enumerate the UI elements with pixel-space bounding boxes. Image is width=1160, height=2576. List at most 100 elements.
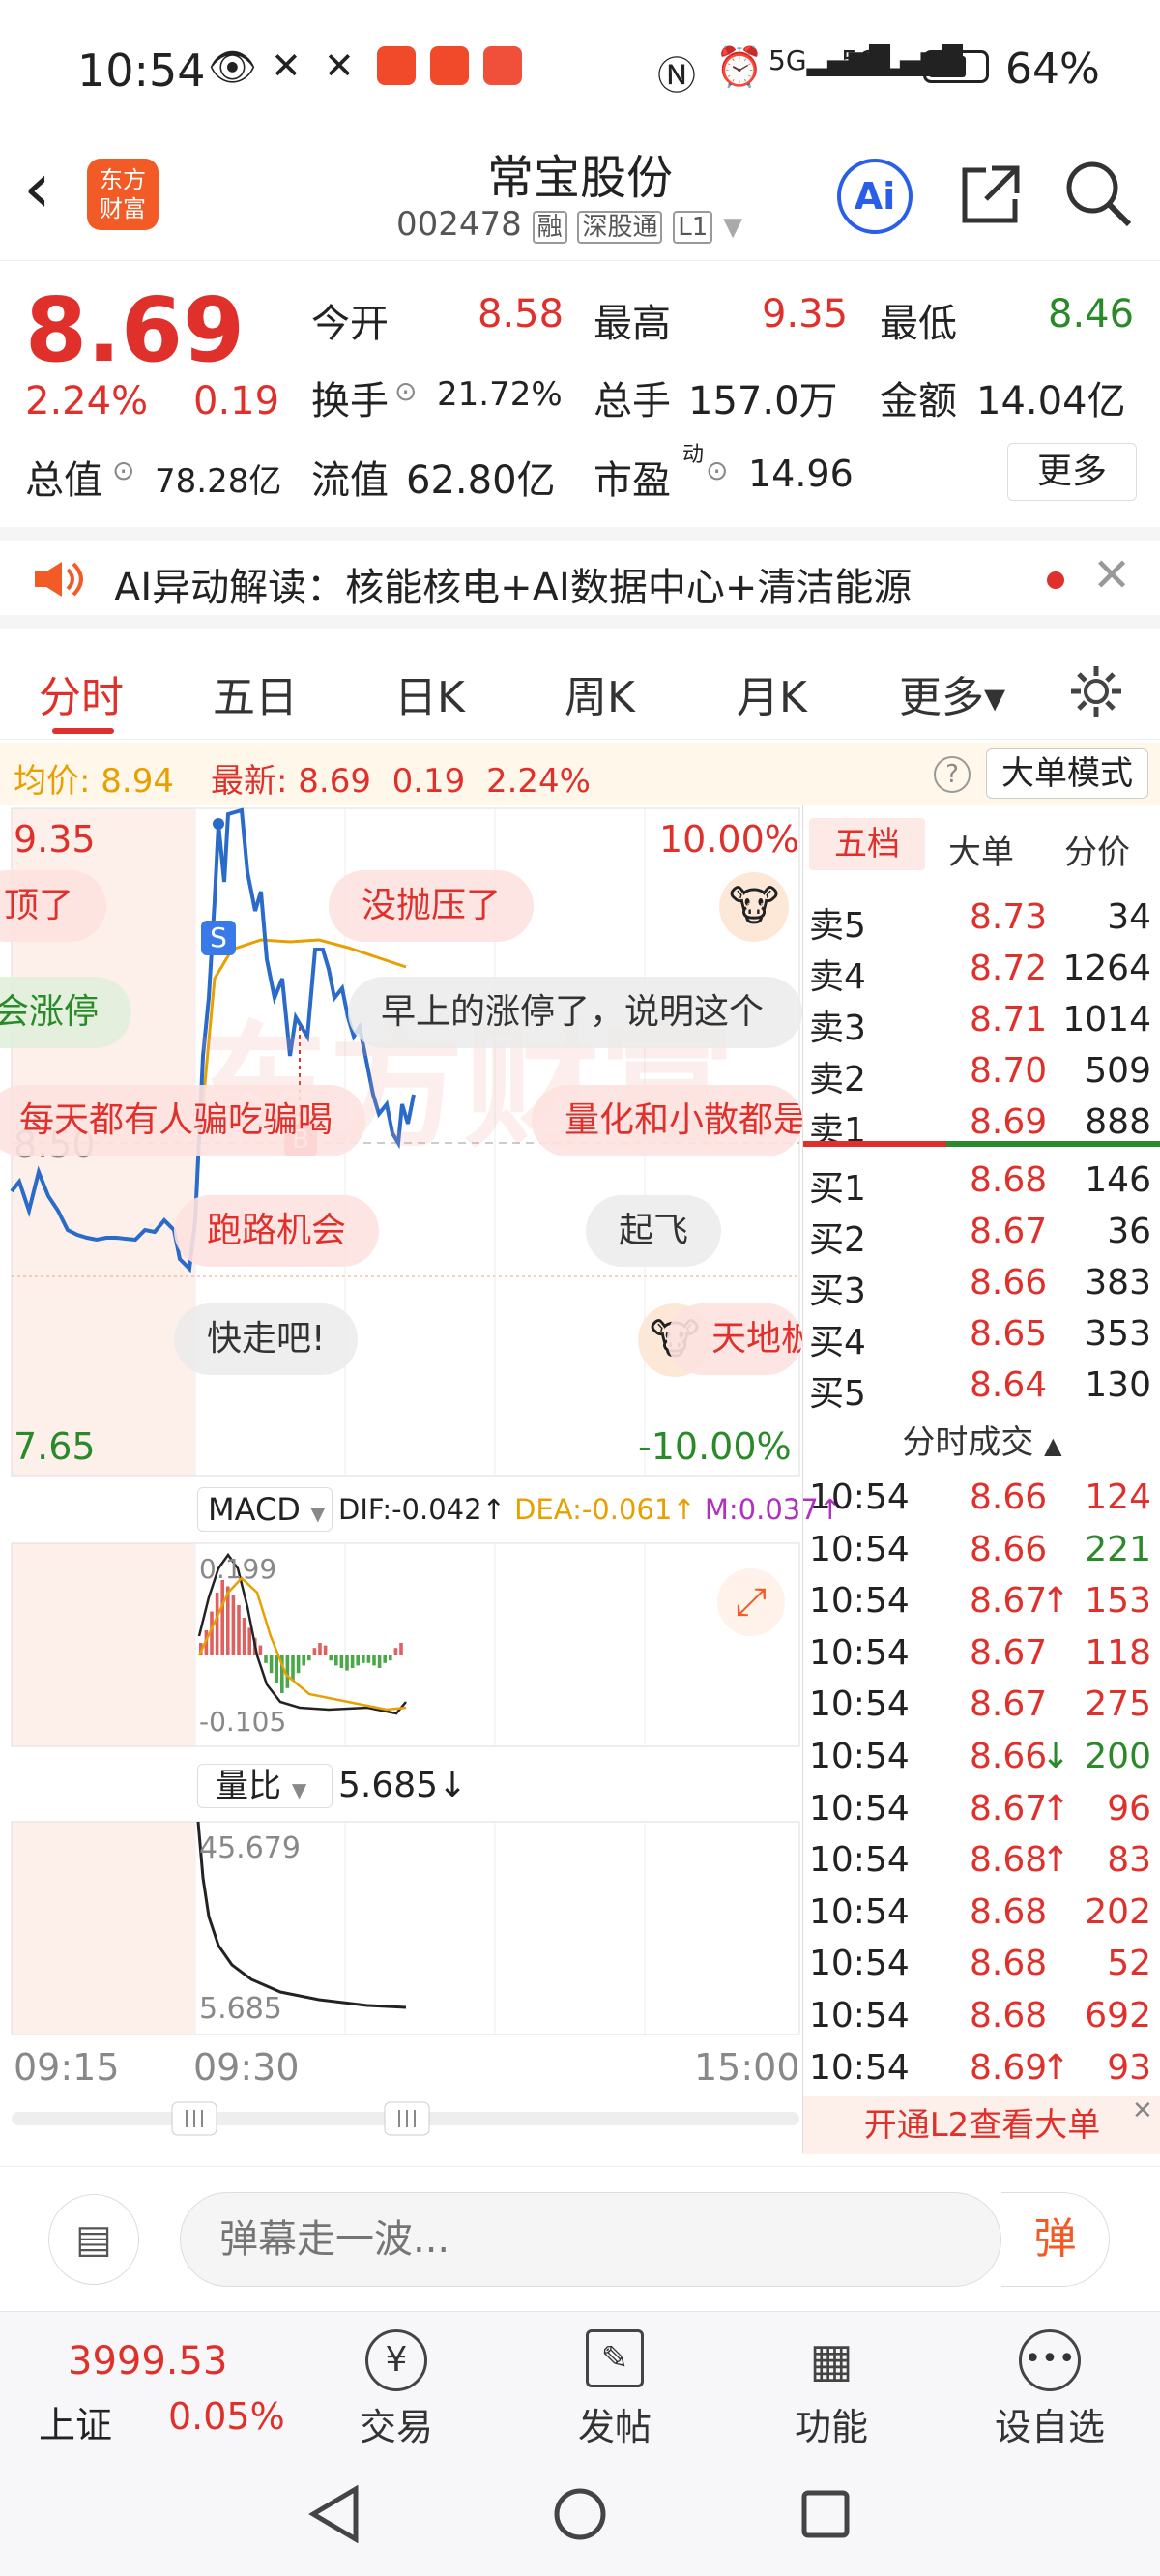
trade-row: 10:54 8.69 ↑ 93 — [803, 2042, 1160, 2091]
tab-price-dist[interactable]: 分价 — [1064, 826, 1130, 873]
macd-bar — [247, 1627, 251, 1655]
big-order-mode-button[interactable]: 大单模式 — [986, 748, 1148, 799]
buy-level-row[interactable]: 买2 8.67 36 — [803, 1206, 1160, 1260]
info-icon[interactable]: ⊙ — [112, 454, 134, 486]
sell-level-row[interactable]: 卖2 8.70 509 — [803, 1045, 1160, 1099]
intraday-chart[interactable]: 东方财富 9.35 8.50 7.65 10.00% -10.00% S B 顶… — [0, 805, 842, 2153]
back-triangle-icon[interactable] — [307, 2485, 362, 2543]
app-icon — [483, 46, 522, 85]
trade-price: 8.66 — [970, 1737, 1048, 1776]
macd-bar — [220, 1580, 224, 1655]
high-value: 9.35 — [762, 292, 849, 337]
buy-level-row[interactable]: 买1 8.68 146 — [803, 1155, 1160, 1209]
share-icon[interactable] — [957, 161, 1025, 228]
danmu-bubble[interactable]: 每天都有人骗吃骗喝 — [0, 1085, 366, 1156]
level-price: 8.70 — [970, 1051, 1048, 1091]
macd-bar — [345, 1655, 349, 1671]
stock-code-row: 002478 融 深股通 L1 ▼ — [396, 205, 742, 244]
index-name[interactable]: 上证 — [39, 2395, 112, 2448]
home-circle-icon[interactable] — [553, 2487, 607, 2541]
tab-daily-k[interactable]: 日K — [394, 662, 465, 724]
recents-square-icon[interactable] — [800, 2489, 851, 2539]
close-icon[interactable]: ✕ — [1092, 548, 1131, 602]
search-icon[interactable] — [1063, 159, 1133, 228]
macd-bar — [291, 1655, 295, 1681]
tab-intraday[interactable]: 分时 — [39, 662, 124, 724]
tab-weekly-k[interactable]: 周K — [565, 662, 635, 724]
expand-icon[interactable]: ⤢ — [717, 1568, 785, 1636]
macd-bar — [323, 1645, 328, 1655]
ai-button[interactable]: Ai — [837, 159, 913, 234]
taobao-icon — [377, 46, 416, 85]
buy-level-row[interactable]: 买3 8.66 383 — [803, 1257, 1160, 1311]
volume-ratio-value: 5.685↓ — [338, 1766, 468, 1805]
macd-bar — [318, 1643, 322, 1655]
pe-label: 市盈 — [594, 458, 671, 503]
sell-level-row[interactable]: 卖5 8.73 34 — [803, 892, 1160, 946]
close-icon[interactable]: ✕ — [1132, 2096, 1153, 2125]
gear-icon[interactable] — [1067, 662, 1125, 720]
trade-volume: 153 — [1085, 1581, 1151, 1622]
time-label-close: 15:00 — [694, 2046, 800, 2089]
help-icon[interactable]: ? — [934, 756, 971, 793]
mascot-icon[interactable]: 🐮 — [719, 872, 789, 942]
macd-bar — [362, 1655, 365, 1663]
sell-level-row[interactable]: 卖1 8.69 888 — [803, 1097, 1160, 1151]
tab-five-levels[interactable]: 五档 — [809, 818, 925, 870]
high-label: 最高 — [594, 302, 671, 346]
trade-row: 10:54 8.68 202 — [803, 1887, 1160, 1935]
danmu-bubble[interactable]: 早上的涨停了，说明这个 — [348, 977, 802, 1048]
trade-price: 8.68 — [970, 1996, 1048, 2035]
danmu-bubble[interactable]: 量化和小散都是 — [532, 1085, 802, 1156]
trades-title[interactable]: 分时成交 ▲ — [803, 1416, 1160, 1463]
caret-down-icon[interactable]: ▼ — [723, 213, 742, 242]
avg-price: 均价: 8.94 — [14, 762, 174, 801]
buy-level-row[interactable]: 买5 8.64 130 — [803, 1360, 1160, 1414]
danmu-bubble[interactable]: 起飞 — [586, 1195, 722, 1267]
volume-ratio-selector[interactable]: 量比 ▼ — [197, 1764, 333, 1808]
open-value: 8.58 — [478, 292, 565, 337]
ai-banner[interactable]: AI异动解读：核能核电+AI数据中心+清洁能源 ✕ — [0, 527, 1160, 629]
nav-post[interactable]: ✎ 发帖 — [537, 2329, 692, 2450]
trade-row: 10:54 8.66 221 — [803, 1524, 1160, 1572]
danmu-settings-icon[interactable]: ▤ — [48, 2194, 139, 2285]
nav-functions[interactable]: ▦ 功能 — [754, 2329, 909, 2450]
chart-info-bar: 均价: 8.94 最新: 8.69 0.19 2.24% ? 大单模式 — [0, 743, 1160, 805]
sell-level-row[interactable]: 卖3 8.71 1014 — [803, 994, 1160, 1048]
trade-direction: ↑ — [1041, 2047, 1071, 2088]
info-icon[interactable]: ⊙ — [394, 375, 417, 407]
back-icon[interactable]: ‹ — [23, 153, 51, 222]
l2-upgrade-button[interactable]: 开通L2查看大单 — [803, 2096, 1160, 2154]
nav-trade[interactable]: ¥ 交易 — [319, 2329, 474, 2450]
tab-big-orders[interactable]: 大单 — [948, 826, 1014, 873]
sell-level-row[interactable]: 卖4 8.72 1264 — [803, 943, 1160, 997]
info-icon[interactable]: ⊙ — [706, 454, 728, 486]
tab-monthly-k[interactable]: 月K — [737, 662, 807, 724]
macd-selector[interactable]: MACD ▼ — [197, 1487, 333, 1532]
more-button[interactable]: 更多 — [1007, 443, 1137, 501]
level-volume: 1014 — [1062, 1000, 1151, 1039]
nav-add-watchlist[interactable]: ••• 设自选 — [972, 2329, 1127, 2450]
danmu-input[interactable] — [180, 2192, 1001, 2287]
order-book-panel: 五档 大单 分价 卖5 8.73 34 卖4 8.72 1264 卖3 8.71 1014 卖2 8… — [802, 805, 1160, 2154]
sell-marker[interactable]: S — [201, 921, 236, 955]
danmu-bubble[interactable]: 天地板 — [667, 1303, 802, 1375]
tab-more[interactable]: 更多▾ — [899, 662, 1005, 724]
trade-volume: 124 — [1085, 1478, 1151, 1517]
tab-five-day[interactable]: 五日 — [213, 662, 298, 724]
danmu-send-button[interactable]: 弹 — [1001, 2192, 1110, 2287]
macd-bar — [296, 1655, 301, 1674]
buy-level-row[interactable]: 买4 8.65 353 — [803, 1308, 1160, 1362]
index-value[interactable]: 3999.53 — [68, 2339, 227, 2384]
nfc-icon: Ⓝ — [657, 54, 696, 99]
danmu-bubble[interactable]: 跑路机会 — [174, 1195, 380, 1267]
current-price: 8.69 — [25, 278, 245, 382]
danmu-bubble[interactable]: 快走吧! — [174, 1303, 359, 1375]
level-label: 卖5 — [809, 906, 866, 946]
danmu-bubble[interactable]: 会涨停 — [0, 977, 132, 1048]
macd-bar — [258, 1645, 263, 1655]
danmu-bubble[interactable]: 顶了 — [0, 870, 107, 942]
mcap-label: 总值 — [25, 458, 102, 503]
index-change[interactable]: 0.05% — [168, 2395, 285, 2438]
danmu-bubble[interactable]: 没抛压了 — [329, 870, 535, 942]
